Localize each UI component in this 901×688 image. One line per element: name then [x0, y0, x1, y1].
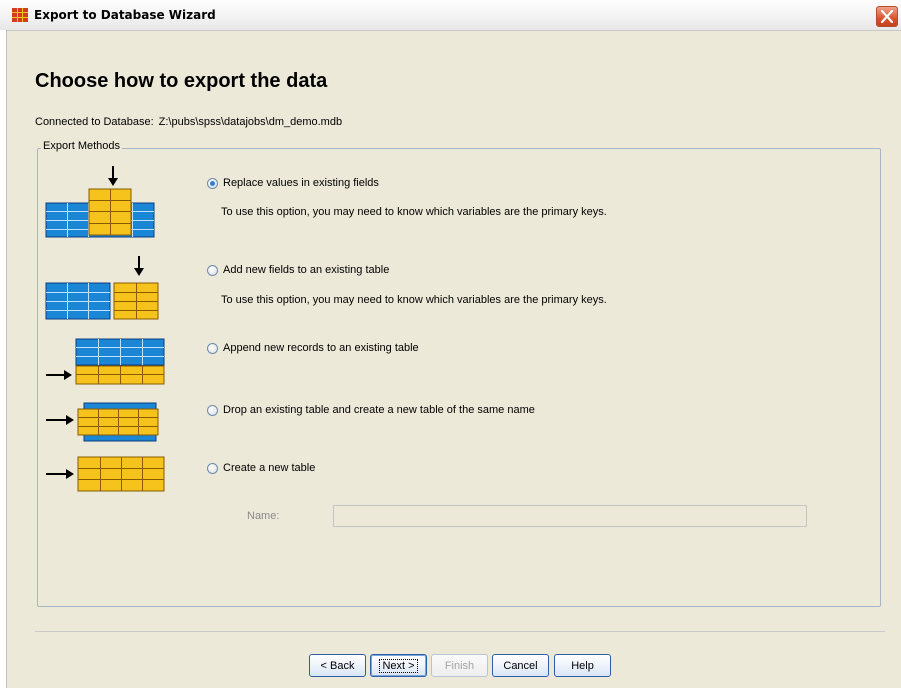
connection-info: Connected to Database: Z:\pubs\spss\dataj… [35, 116, 342, 128]
back-button[interactable]: < Back [309, 654, 366, 677]
drop-recreate-illustration [46, 402, 159, 442]
finish-button[interactable]: Finish [431, 654, 488, 677]
connection-label: Connected to Database: [35, 116, 154, 128]
radio-create-table[interactable] [207, 462, 218, 474]
radio-drop-recreate[interactable] [207, 404, 218, 416]
option-add-fields[interactable]: Add new fields to an existing table [207, 264, 389, 276]
export-wizard-window: Export to Database Wizard Choose how to … [0, 0, 901, 688]
option-label: Append new records to an existing table [223, 342, 419, 354]
table-name-input[interactable] [333, 505, 807, 527]
option-replace-values[interactable]: Replace values in existing fields [207, 177, 379, 189]
back-label: < Back [320, 659, 355, 672]
close-button[interactable] [876, 6, 898, 27]
option-label: Drop an existing table and create a new … [223, 404, 535, 416]
append-records-illustration [46, 338, 165, 385]
radio-add-fields[interactable] [207, 264, 218, 276]
option-description: To use this option, you may need to know… [221, 206, 607, 218]
cancel-label: Cancel [503, 659, 538, 672]
help-button[interactable]: Help [554, 654, 611, 677]
option-drop-recreate[interactable]: Drop an existing table and create a new … [207, 404, 535, 416]
radio-replace-values[interactable] [207, 177, 218, 189]
create-table-illustration [46, 456, 165, 492]
next-button[interactable]: Next > [370, 654, 427, 677]
close-icon [881, 10, 893, 23]
name-label: Name: [247, 510, 280, 522]
export-methods-legend: Export Methods [41, 140, 123, 152]
next-label: Next > [379, 658, 418, 673]
page-title: Choose how to export the data [35, 70, 328, 92]
option-label: Replace values in existing fields [223, 177, 379, 189]
option-label: Add new fields to an existing table [223, 264, 390, 276]
title-bar[interactable]: Export to Database Wizard [0, 0, 901, 31]
window-title: Export to Database Wizard [34, 8, 216, 22]
connection-path: Z:\pubs\spss\datajobs\dm_demo.mdb [158, 116, 343, 128]
option-create-table[interactable]: Create a new table [207, 462, 315, 474]
replace-values-illustration [45, 166, 155, 238]
separator [35, 631, 885, 632]
add-fields-illustration [45, 256, 159, 320]
finish-label: Finish [444, 659, 475, 672]
cancel-button[interactable]: Cancel [492, 654, 549, 677]
table-icon [12, 8, 28, 22]
help-label: Help [571, 659, 594, 672]
radio-append-records[interactable] [207, 342, 218, 354]
window-edge [0, 30, 7, 688]
option-append-records[interactable]: Append new records to an existing table [207, 342, 419, 354]
option-description: To use this option, you may need to know… [221, 294, 607, 306]
option-label: Create a new table [223, 462, 316, 474]
